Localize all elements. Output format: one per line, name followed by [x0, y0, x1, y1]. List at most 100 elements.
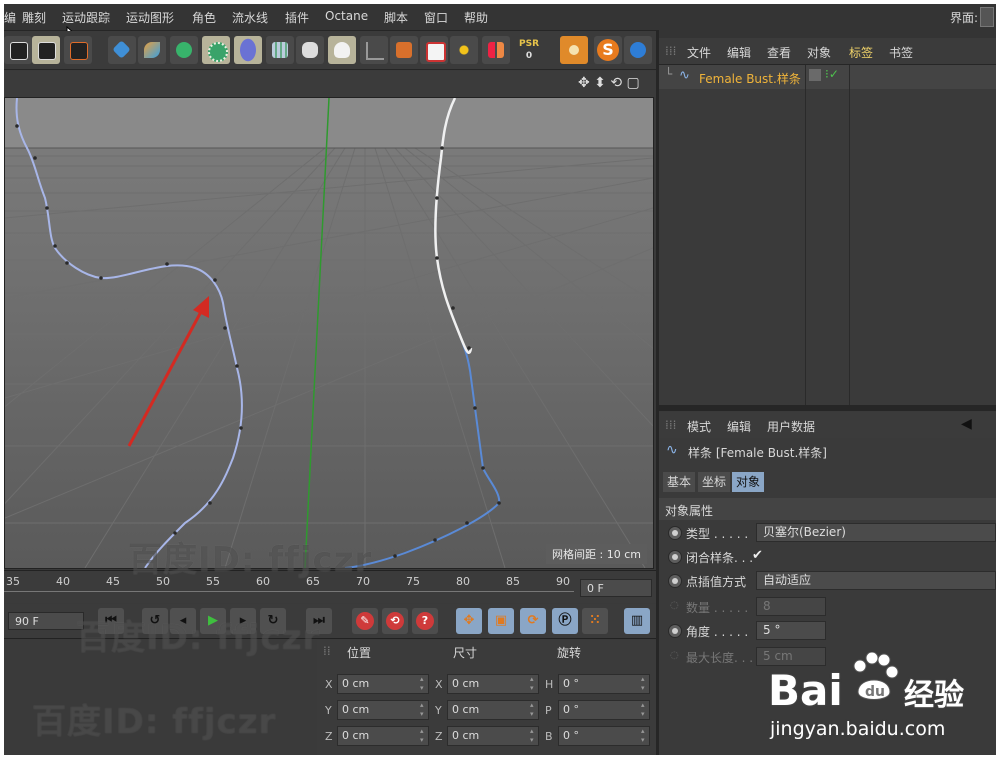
object-row[interactable]: └ ∿ Female Bust.样条 ⁝✓	[659, 65, 996, 89]
size-z-field[interactable]: 0 cm	[447, 726, 539, 746]
spline-tool-icon[interactable]	[420, 36, 448, 64]
render-settings-button[interactable]	[64, 36, 92, 64]
rot-b-field[interactable]: 0 °	[558, 726, 650, 746]
rot-p-field[interactable]: 0 °	[558, 700, 650, 720]
panel-divider-h[interactable]	[659, 405, 996, 411]
pos-x-field[interactable]: 0 cm	[337, 674, 429, 694]
om-tab-view[interactable]: 查看	[767, 44, 791, 61]
animate-radio[interactable]	[668, 550, 682, 564]
menu-plugins[interactable]: 插件	[285, 9, 309, 26]
axis-icon[interactable]	[360, 36, 388, 64]
attr-interpolation-row: 点插值方式 自动适应	[664, 570, 996, 592]
point-level-icon[interactable]: ⁙	[582, 608, 608, 634]
type-label: 类型 . . . . .	[686, 527, 749, 541]
animate-radio[interactable]	[668, 574, 682, 588]
end-frame-field[interactable]: 90 F	[8, 612, 84, 630]
rot-h-field[interactable]: 0 °	[558, 674, 650, 694]
animate-radio[interactable]	[668, 624, 682, 638]
s-plugin-icon[interactable]: S	[594, 36, 622, 64]
viewport-nav-icon[interactable]: ✥ ⬍ ⟲ ▢	[578, 75, 640, 91]
menu-pipeline[interactable]: 流水线	[232, 9, 268, 26]
autokey-icon[interactable]: ⟲	[382, 608, 408, 634]
menu-sculpt[interactable]: 雕刻	[22, 9, 46, 26]
snap-icon[interactable]	[560, 36, 588, 64]
timeline-icon[interactable]: ▥	[624, 608, 650, 634]
camera-icon[interactable]	[296, 36, 324, 64]
rotate-keys-icon[interactable]: ⟳	[520, 608, 546, 634]
rotation-header: 旋转	[557, 646, 582, 660]
menu-window[interactable]: 窗口	[424, 9, 448, 26]
scale-keys-icon[interactable]: ▣	[488, 608, 514, 634]
viewport[interactable]: 网格间距 : 10 cm	[4, 97, 654, 569]
rot-b-label: B	[545, 730, 553, 743]
warning-icon[interactable]	[482, 36, 510, 64]
current-frame-field[interactable]: 0 F	[580, 579, 652, 597]
attr-tab-mode[interactable]: 模式	[687, 418, 711, 435]
light-icon[interactable]	[328, 36, 356, 64]
xyz-icon[interactable]	[450, 36, 478, 64]
subtab-object[interactable]: 对象	[732, 472, 765, 492]
layer-icon[interactable]	[809, 69, 821, 81]
rot-h-label: H	[545, 678, 554, 691]
render-picture-viewer-button[interactable]	[32, 36, 60, 64]
object-name[interactable]: Female Bust.样条	[699, 70, 801, 87]
om-tab-file[interactable]: 文件	[687, 44, 711, 61]
om-tab-tags[interactable]: 标签	[849, 44, 873, 61]
box-icon[interactable]	[390, 36, 418, 64]
interpolation-dropdown[interactable]: 自动适应	[756, 571, 996, 590]
back-arrow-icon[interactable]: ◀	[961, 416, 972, 432]
tick-80: 80	[456, 575, 470, 588]
menu-partial[interactable]: 编	[4, 9, 16, 26]
layout-dropdown[interactable]	[980, 7, 994, 27]
animate-radio[interactable]	[668, 526, 682, 540]
type-dropdown[interactable]: 贝塞尔(Bezier)	[756, 523, 996, 542]
close-spline-checkbox[interactable]: ✔	[752, 548, 763, 563]
cube-icon[interactable]	[108, 36, 136, 64]
subtab-coord[interactable]: 坐标	[698, 472, 731, 492]
size-x-field[interactable]: 0 cm	[447, 674, 539, 694]
subdivision-icon[interactable]	[170, 36, 198, 64]
attr-angle-row: 角度 . . . . . 5 °	[664, 620, 996, 642]
pen-icon[interactable]	[138, 36, 166, 64]
viewport-header: ✥ ⬍ ⟲ ▢	[4, 71, 656, 97]
menu-octane[interactable]: Octane	[325, 9, 368, 23]
tick-35: 35	[6, 575, 20, 588]
object-manager-menu: ⁞⁞⁞ 文件 编辑 查看 对象 标签 书签	[659, 38, 996, 65]
om-tab-objects[interactable]: 对象	[807, 44, 831, 61]
angle-field[interactable]: 5 °	[756, 621, 826, 640]
octane-icon[interactable]	[624, 36, 652, 64]
render-view-button[interactable]	[4, 36, 32, 64]
om-tab-bookmarks[interactable]: 书签	[889, 44, 913, 61]
floor-icon[interactable]	[266, 36, 294, 64]
menu-character[interactable]: 角色	[192, 9, 216, 26]
move-keys-icon[interactable]: ✥	[456, 608, 482, 634]
subtab-basic[interactable]: 基本	[663, 472, 696, 492]
menu-mograph[interactable]: 运动图形	[126, 9, 174, 26]
tick-75: 75	[406, 575, 420, 588]
object-list[interactable]: └ ∿ Female Bust.样条 ⁝✓	[659, 65, 996, 405]
menu-motion-tracking[interactable]: 运动跟踪	[62, 9, 110, 26]
number-label: 数量 . . . . .	[686, 601, 749, 615]
menu-help[interactable]: 帮助	[464, 9, 488, 26]
tick-45: 45	[106, 575, 120, 588]
deformer-icon[interactable]	[234, 34, 262, 66]
size-y-field[interactable]: 0 cm	[447, 700, 539, 720]
pos-z-field[interactable]: 0 cm	[337, 726, 429, 746]
attr-tab-userdata[interactable]: 用户数据	[767, 418, 815, 435]
array-icon[interactable]	[202, 36, 230, 64]
main-toolbar: PSR 0 S	[4, 31, 656, 70]
record-keys-icon[interactable]: ✎	[352, 608, 378, 634]
om-tab-edit[interactable]: 编辑	[727, 44, 751, 61]
rot-p-label: P	[545, 704, 552, 717]
attr-tab-edit[interactable]: 编辑	[727, 418, 751, 435]
position-header: 位置	[347, 646, 372, 660]
coordinates-manager: ⁞⁞ 位置 尺寸 旋转 X 0 cm X 0 cm H 0 ° Y 0 cm Y…	[317, 640, 656, 755]
spacer	[659, 30, 996, 38]
max-length-label: 最大长度. . .	[686, 651, 754, 665]
pos-y-field[interactable]: 0 cm	[337, 700, 429, 720]
menu-script[interactable]: 脚本	[384, 9, 408, 26]
keyframe-selection-icon[interactable]: ?	[412, 608, 438, 634]
param-keys-icon[interactable]: Ⓟ	[552, 608, 578, 634]
number-field[interactable]: 8	[756, 597, 826, 616]
enabled-check-icon[interactable]: ⁝✓	[825, 67, 839, 81]
